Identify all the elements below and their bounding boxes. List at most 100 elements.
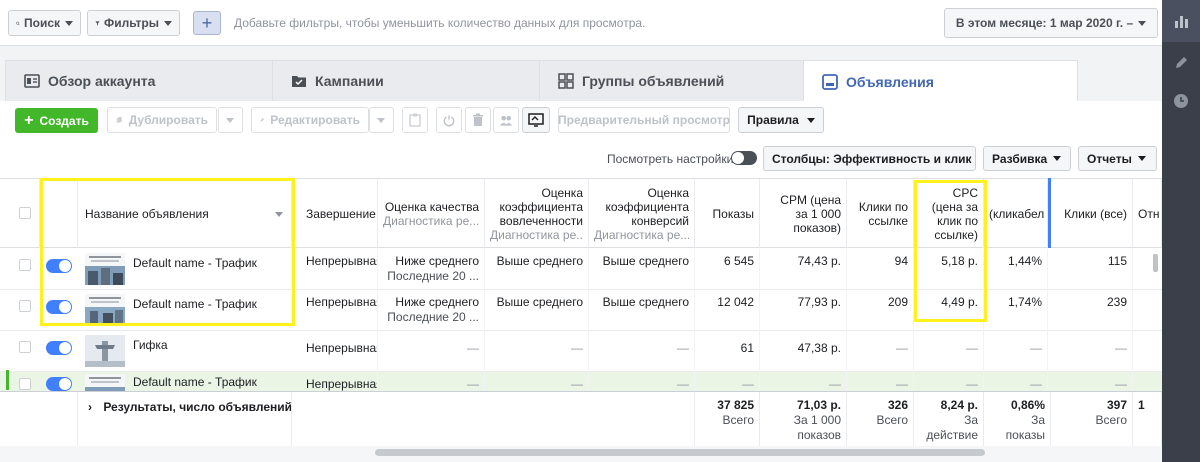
horizontal-scrollbar-thumb[interactable] — [375, 449, 985, 456]
ad-name[interactable]: Default name - Трафик — [133, 375, 257, 389]
breakdown-dropdown[interactable]: Разбивка — [983, 146, 1071, 171]
table-row[interactable]: Гифка Непрерывная — — — 61 47,38 р. — — … — [0, 331, 1162, 372]
header-engagement[interactable]: Оценка коэффициента вовлеченности Диагно… — [485, 179, 589, 248]
column-resize-indicator[interactable] — [1048, 178, 1051, 248]
trash-icon — [473, 113, 483, 126]
cell-conversion: Выше среднего — [589, 290, 695, 331]
filters-label: Фильтры — [103, 16, 159, 30]
delete-button[interactable] — [465, 107, 491, 133]
table-header: Название объявления Завершение Оценка ка… — [0, 179, 1162, 248]
rail-edit-button[interactable] — [1162, 42, 1200, 84]
power-icon — [443, 114, 455, 126]
plus-icon: + — [24, 111, 34, 129]
ad-name[interactable]: Default name - Трафик — [133, 256, 257, 270]
header-ctr[interactable]: (кликабел — [984, 179, 1048, 248]
ad-thumbnail — [85, 294, 125, 326]
reports-dropdown[interactable]: Отчеты — [1078, 146, 1157, 171]
rail-history-button[interactable] — [1162, 80, 1200, 122]
tab-ad-sets[interactable]: Группы объявлений — [539, 60, 807, 101]
audience-button[interactable] — [493, 107, 519, 133]
header-conversion[interactable]: Оценка коэффициента конверсий Диагностик… — [589, 179, 695, 248]
header-label: (кликабел — [989, 206, 1045, 221]
toggle-status-button[interactable] — [436, 107, 462, 133]
date-range-picker[interactable]: В этом месяце: 1 мар 2020 г. – — [944, 8, 1158, 38]
filters-button[interactable]: Фильтры — [87, 10, 180, 36]
rules-label: Правила — [747, 113, 799, 127]
rail-charts-button[interactable] — [1162, 0, 1200, 42]
select-all-checkbox[interactable] — [19, 207, 31, 219]
columns-dropdown[interactable]: Столбцы: Эффективность и клик — [763, 146, 976, 171]
search-button[interactable]: Поиск — [8, 10, 81, 36]
preview-toggle-button[interactable] — [522, 107, 550, 133]
ad-name[interactable]: Гифка — [133, 338, 168, 352]
header-link-clicks[interactable]: Клики по ссылке — [847, 179, 914, 248]
chevron-down-icon — [1053, 156, 1062, 161]
vertical-scrollbar-thumb[interactable] — [1153, 254, 1158, 272]
duplicate-button[interactable]: Дублировать — [107, 107, 217, 133]
header-last[interactable]: Отн — [1133, 179, 1162, 248]
row-status-toggle[interactable] — [46, 377, 72, 391]
header-all-clicks[interactable]: Клики (все) — [1051, 179, 1133, 248]
cell-all-clicks: — — [1051, 331, 1133, 372]
cell-ctr: 1,74% — [984, 290, 1048, 331]
plus-icon: + — [201, 12, 213, 33]
duplicate-dropdown[interactable] — [218, 107, 243, 133]
duplicate-icon — [116, 117, 122, 123]
cell-engagement: Выше среднего — [485, 290, 589, 331]
grid-icon — [558, 73, 574, 89]
header-label: Оценка коэффициента вовлеченности — [499, 185, 583, 228]
table-row[interactable]: Default name - Трафик Непрерывная Ниже с… — [0, 249, 1162, 290]
chevron-down-icon — [1137, 156, 1146, 161]
header-label: Клики по ссылке — [858, 199, 908, 228]
footer-spacer — [292, 392, 695, 446]
cell-link-clicks: 209 — [847, 290, 914, 331]
breakdown-label: Разбивка — [992, 151, 1048, 166]
table-row[interactable]: Default name - Трафик Непрерывная Ниже с… — [0, 290, 1162, 331]
tab-campaigns[interactable]: Кампании — [272, 60, 540, 101]
clipboard-button[interactable] — [402, 107, 428, 133]
search-label: Поиск — [23, 16, 60, 30]
header-quality[interactable]: Оценка качества Диагностика ре... — [378, 179, 485, 248]
header-sub: Диагностика ре... — [594, 227, 689, 242]
edit-button[interactable]: Редактировать — [251, 107, 369, 133]
ad-icon — [822, 73, 838, 90]
row-checkbox[interactable] — [19, 300, 31, 312]
view-settings-toggle[interactable] — [731, 151, 757, 165]
header-impressions[interactable]: Показы — [695, 179, 760, 248]
pencil-icon — [1176, 57, 1187, 68]
cell-ctr: 1,44% — [984, 249, 1048, 290]
footer-value: 71,03 р. — [796, 398, 841, 412]
row-status-toggle[interactable] — [46, 259, 72, 273]
header-cpm[interactable]: CPM (цена за 1 000 показов) — [760, 179, 847, 248]
toggle-column-header — [40, 179, 78, 248]
header-delivery[interactable]: Завершение — [292, 179, 378, 248]
cell-ctr: — — [984, 331, 1048, 372]
bar-chart-icon — [1175, 16, 1188, 28]
filter-bar: Поиск Фильтры + Добавьте фильтры, чтобы … — [0, 0, 1162, 46]
cell-cpm: 77,93 р. — [760, 290, 847, 331]
footer-cpm: 71,03 р. За 1 000 показов — [760, 392, 847, 446]
footer-sub: За 1 000 показов — [793, 413, 841, 442]
row-checkbox[interactable] — [19, 341, 31, 353]
ad-name[interactable]: Default name - Трафик — [133, 297, 257, 311]
ads-table: Название объявления Завершение Оценка ка… — [0, 178, 1162, 446]
tab-account-overview[interactable]: Обзор аккаунта — [5, 60, 273, 101]
header-ad-name[interactable]: Название объявления — [78, 179, 292, 248]
clock-icon — [1174, 94, 1188, 108]
chevron-down-icon — [377, 117, 385, 123]
header-cpc[interactable]: CPC (цена за клик по ссылке) — [914, 179, 984, 248]
results-footer: › Результаты, число объявлений: 32 37 82… — [0, 391, 1162, 446]
footer-value: 1 — [1138, 398, 1145, 412]
footer-results-toggle[interactable]: › Результаты, число объявлений: 32 — [78, 392, 292, 446]
add-filter-button[interactable]: + — [193, 11, 221, 35]
row-status-toggle[interactable] — [46, 341, 72, 355]
row-checkbox[interactable] — [19, 259, 31, 271]
chevron-down-icon — [164, 20, 172, 26]
preview-button[interactable]: Предварительный просмотр — [558, 107, 730, 133]
row-checkbox[interactable] — [19, 378, 31, 390]
create-button[interactable]: + Создать — [15, 108, 98, 133]
row-status-toggle[interactable] — [46, 300, 72, 314]
edit-dropdown[interactable] — [369, 107, 394, 133]
rules-button[interactable]: Правила — [738, 107, 824, 133]
tab-ads[interactable]: Объявления — [803, 60, 1078, 102]
